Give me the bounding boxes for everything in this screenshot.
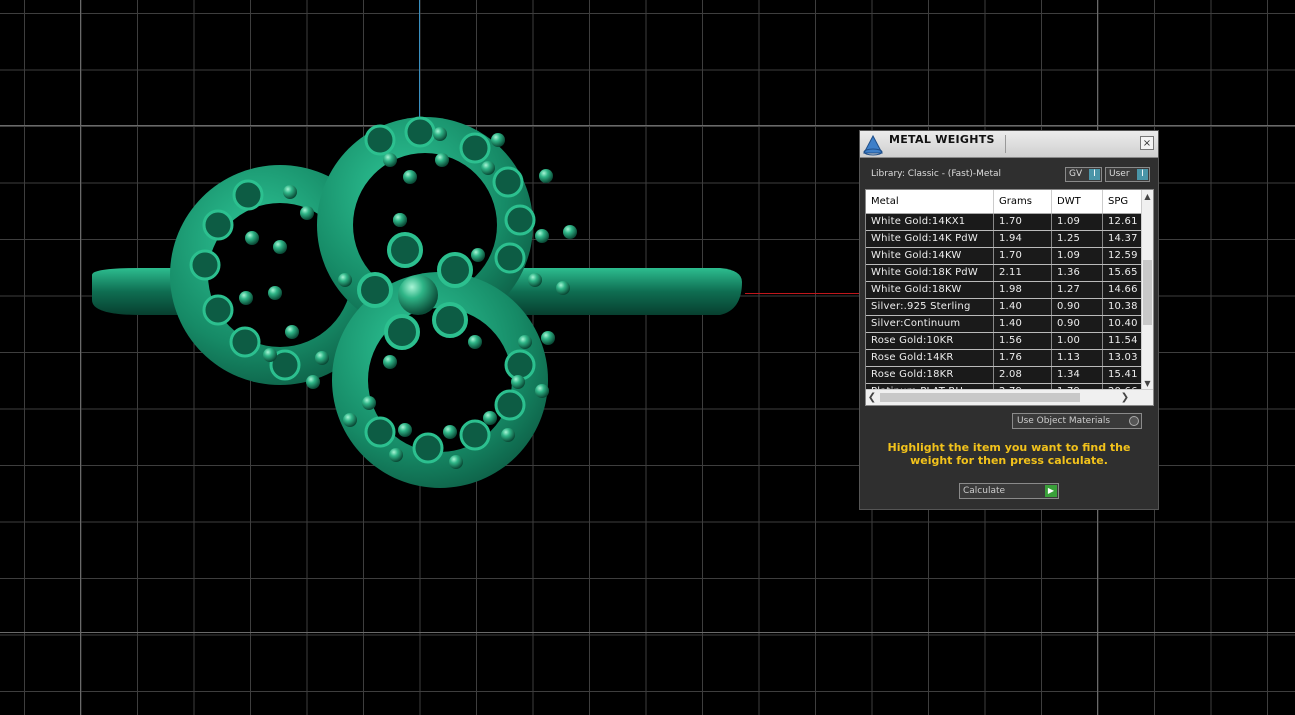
grams-cell: 2.11 xyxy=(994,265,1052,281)
grams-cell: 1.40 xyxy=(994,299,1052,315)
metal-cell: Silver:Continuum xyxy=(866,316,994,332)
x-axis-line xyxy=(745,293,860,294)
metal-cell: Rose Gold:18KR xyxy=(866,367,994,383)
dwt-cell: 1.34 xyxy=(1052,367,1103,383)
table-header: Metal Grams DWT SPG xyxy=(866,190,1142,214)
grams-cell: 2.08 xyxy=(994,367,1052,383)
dwt-cell: 1.25 xyxy=(1052,231,1103,247)
close-button[interactable]: × xyxy=(1140,136,1154,150)
vertical-scroll-thumb[interactable] xyxy=(1143,260,1152,325)
scroll-right-icon[interactable]: ❯ xyxy=(1119,390,1131,405)
table-row[interactable]: White Gold:14K PdW 1.94 1.25 14.37 xyxy=(866,231,1142,248)
table-body: White Gold:14KX1 1.70 1.09 12.61 White Gold:… xyxy=(866,214,1142,401)
grams-cell: 1.70 xyxy=(994,214,1052,230)
spg-cell: 10.40 xyxy=(1108,318,1138,329)
column-header-dwt[interactable]: DWT xyxy=(1052,190,1103,213)
column-header-spg[interactable]: SPG xyxy=(1103,190,1143,213)
table-row[interactable]: White Gold:18KW 1.98 1.27 14.66 xyxy=(866,282,1142,299)
dwt-cell: 1.13 xyxy=(1052,350,1103,366)
instruction-text: Highlight the item you want to find the … xyxy=(887,441,1131,467)
table-row[interactable]: White Gold:18K PdW 2.11 1.36 15.65 xyxy=(866,265,1142,282)
metal-cell: White Gold:14KW xyxy=(866,248,994,264)
metal-cell: White Gold:18K PdW xyxy=(866,265,994,281)
scroll-left-icon[interactable]: ❮ xyxy=(866,390,878,405)
spg-cell: 10.38 xyxy=(1108,301,1138,312)
dwt-cell: 0.90 xyxy=(1052,299,1103,315)
grams-cell: 1.70 xyxy=(994,248,1052,264)
dwt-cell: 1.09 xyxy=(1052,214,1103,230)
metal-cell: Silver:.925 Sterling xyxy=(866,299,994,315)
scroll-down-icon[interactable]: ▼ xyxy=(1142,378,1153,389)
table-row[interactable]: Rose Gold:10KR 1.56 1.00 11.54 xyxy=(866,333,1142,350)
metal-cell: White Gold:18KW xyxy=(866,282,994,298)
use-object-materials-label: Use Object Materials xyxy=(1017,416,1111,426)
calculate-button[interactable]: Calculate ▶ xyxy=(959,483,1059,499)
horizontal-scrollbar[interactable]: ❮ ❯ xyxy=(866,389,1153,405)
grid-line-major xyxy=(0,632,1295,633)
table-row[interactable]: Silver:Continuum 1.40 0.90 10.40 xyxy=(866,316,1142,333)
column-header-metal[interactable]: Metal xyxy=(866,190,994,213)
toggle-knob-icon: I xyxy=(1137,169,1148,180)
spg-cell: 12.59 xyxy=(1108,250,1138,261)
table-row[interactable]: Rose Gold:18KR 2.08 1.34 15.41 xyxy=(866,367,1142,384)
play-arrow-icon: ▶ xyxy=(1045,485,1057,497)
use-object-materials-option[interactable]: Use Object Materials xyxy=(1012,413,1142,429)
table-row[interactable]: Silver:.925 Sterling 1.40 0.90 10.38 xyxy=(866,299,1142,316)
metal-cell: White Gold:14K PdW xyxy=(866,231,994,247)
gv-toggle[interactable]: GV I xyxy=(1065,167,1102,182)
spg-cell: 13.03 xyxy=(1108,352,1138,363)
dwt-cell: 0.90 xyxy=(1052,316,1103,332)
center-stone xyxy=(398,275,438,315)
library-label: Library: Classic - (Fast)-Metal xyxy=(871,169,1002,179)
pyramid-logo-icon xyxy=(863,134,883,156)
panel-title: METAL WEIGHTS xyxy=(889,133,995,146)
scroll-up-icon[interactable]: ▲ xyxy=(1142,191,1153,202)
column-header-grams[interactable]: Grams xyxy=(994,190,1052,213)
spg-cell: 15.65 xyxy=(1108,267,1138,278)
gv-toggle-label: GV xyxy=(1069,169,1083,179)
panel-titlebar[interactable]: METAL WEIGHTS × xyxy=(860,131,1158,158)
grams-cell: 1.94 xyxy=(994,231,1052,247)
radio-icon[interactable] xyxy=(1129,416,1139,426)
spg-cell: 12.61 xyxy=(1108,216,1138,227)
metal-weights-table: Metal Grams DWT SPG White Gold:14KX1 1.70… xyxy=(865,189,1154,406)
metal-cell: Rose Gold:10KR xyxy=(866,333,994,349)
grams-cell: 1.40 xyxy=(994,316,1052,332)
table-row[interactable]: White Gold:14KX1 1.70 1.09 12.61 xyxy=(866,214,1142,231)
vertical-scrollbar[interactable]: ▲ ▼ xyxy=(1141,190,1153,390)
user-toggle-label: User xyxy=(1109,169,1130,179)
dwt-cell: 1.36 xyxy=(1052,265,1103,281)
grams-cell: 1.98 xyxy=(994,282,1052,298)
spg-cell: 14.37 xyxy=(1108,233,1138,244)
grams-cell: 1.56 xyxy=(994,333,1052,349)
spg-cell: 15.41 xyxy=(1108,369,1138,380)
metal-weights-panel: METAL WEIGHTS × Library: Classic - (Fast… xyxy=(859,130,1159,510)
grams-cell: 1.76 xyxy=(994,350,1052,366)
spg-cell: 14.66 xyxy=(1108,284,1138,295)
ring-model[interactable] xyxy=(80,110,750,500)
metal-cell: Rose Gold:14KR xyxy=(866,350,994,366)
toggle-knob-icon: I xyxy=(1089,169,1100,180)
spg-cell: 11.54 xyxy=(1108,335,1138,346)
dwt-cell: 1.09 xyxy=(1052,248,1103,264)
calculate-label: Calculate xyxy=(963,486,1006,496)
metal-cell: White Gold:14KX1 xyxy=(866,214,994,230)
table-row[interactable]: Rose Gold:14KR 1.76 1.13 13.03 xyxy=(866,350,1142,367)
horizontal-scroll-thumb[interactable] xyxy=(880,393,1080,402)
table-row[interactable]: White Gold:14KW 1.70 1.09 12.59 xyxy=(866,248,1142,265)
dwt-cell: 1.00 xyxy=(1052,333,1103,349)
titlebar-separator xyxy=(1005,135,1006,153)
user-toggle[interactable]: User I xyxy=(1105,167,1150,182)
dwt-cell: 1.27 xyxy=(1052,282,1103,298)
